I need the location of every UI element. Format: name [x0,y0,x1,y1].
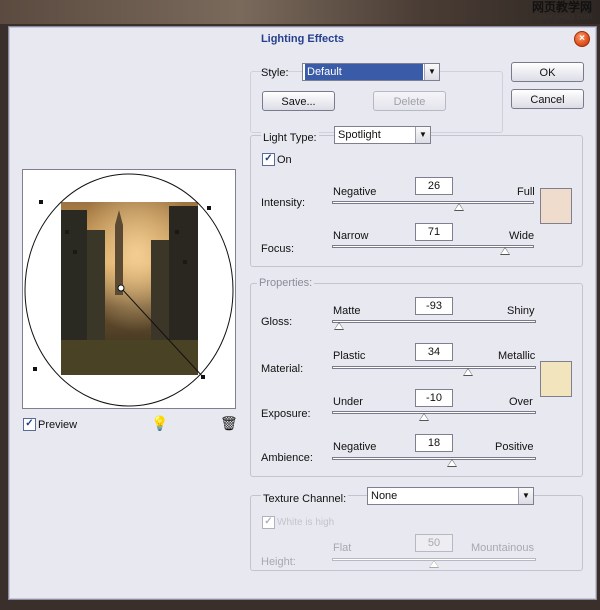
watermark-site: 网页教学网 [531,0,592,14]
dialog-title: Lighting Effects [260,33,345,45]
ambience-label: Ambience: [261,452,313,464]
ok-button[interactable]: OK [511,62,584,82]
focus-value-field[interactable]: 71 [415,223,453,241]
light-bulb-icon[interactable]: 💡 [151,415,168,432]
gloss-max-label: Shiny [507,305,535,317]
gloss-value-field[interactable]: -93 [415,297,453,315]
texture-channel-select[interactable]: None ▼ [367,487,534,505]
intensity-slider-thumb[interactable] [454,203,464,211]
material-label: Material: [261,363,304,375]
properties-label: Properties: [257,277,315,289]
intensity-slider[interactable] [332,201,534,211]
delete-button: Delete [373,91,446,111]
trash-icon[interactable]: 🗑 [220,415,238,432]
light-on-checkbox[interactable]: ✓ [262,153,275,166]
texture-channel-label: Texture Channel: [261,493,349,505]
ambience-min-label: Negative [333,441,377,453]
height-value-field: 50 [415,534,453,552]
light-on-label: On [277,154,292,166]
chevron-down-icon[interactable]: ▼ [518,488,533,504]
gloss-slider-thumb[interactable] [334,322,345,330]
preview-canvas[interactable] [22,169,236,409]
chevron-down-icon[interactable]: ▼ [415,127,430,143]
height-max-label: Mountainous [471,542,534,554]
gloss-label: Gloss: [261,316,293,328]
ambience-max-label: Positive [495,441,534,453]
material-slider[interactable] [332,366,536,376]
watermark-url: www.webjx.com [535,12,592,21]
material-value-field[interactable]: 34 [415,343,453,361]
focus-slider[interactable] [332,245,534,255]
intensity-label: Intensity: [261,197,306,209]
white-is-high-label: White is high [277,517,335,528]
light-type-label: Light Type: [261,132,319,144]
style-value: Default [305,64,423,80]
white-is-high-checkbox: ✓ [262,516,275,529]
ambient-color-swatch[interactable] [540,361,572,397]
texture-channel-value: None [371,490,398,502]
intensity-min-label: Negative [333,186,377,198]
exposure-value-field[interactable]: -10 [415,389,453,407]
save-button[interactable]: Save... [262,91,335,111]
material-max-label: Metallic [498,350,536,362]
preview-label: Preview [38,419,78,431]
background-strip: 网页教学网 www.webjx.com [0,0,600,24]
exposure-max-label: Over [509,396,533,408]
ambience-value-field[interactable]: 18 [415,434,453,452]
height-label: Height: [261,556,296,568]
close-icon[interactable]: × [574,31,590,47]
intensity-max-label: Full [517,186,535,198]
height-slider [332,558,536,568]
style-label: Style: [261,67,289,79]
watermark: 网页教学网 www.webjx.com [531,0,592,22]
exposure-slider-thumb[interactable] [418,413,429,421]
focus-slider-thumb[interactable] [500,247,510,255]
intensity-value-field[interactable]: 26 [415,177,453,195]
chevron-down-icon[interactable]: ▼ [424,64,439,80]
focus-label: Focus: [261,243,295,255]
height-slider-thumb [429,560,439,568]
exposure-label: Exposure: [261,408,311,420]
material-slider-thumb[interactable] [463,368,474,376]
light-type-value: Spotlight [338,129,381,141]
light-color-swatch[interactable] [540,188,572,224]
material-min-label: Plastic [333,350,366,362]
cancel-button[interactable]: Cancel [511,89,584,109]
title-bar: Lighting Effects × [9,27,596,49]
exposure-min-label: Under [333,396,363,408]
ambience-slider[interactable] [332,457,536,467]
gloss-min-label: Matte [333,305,361,317]
preview-checkbox[interactable]: ✓ [23,418,36,431]
focus-min-label: Narrow [333,230,369,242]
gloss-slider[interactable] [332,320,536,330]
exposure-slider[interactable] [332,411,536,421]
preview-svg [24,173,234,407]
ambience-slider-thumb[interactable] [447,459,458,467]
light-type-select[interactable]: Spotlight ▼ [334,126,431,144]
height-min-label: Flat [333,542,352,554]
style-select[interactable]: Default ▼ [302,63,440,81]
focus-max-label: Wide [509,230,535,242]
lighting-effects-dialog: Lighting Effects × OK Cancel Style: Defa… [8,26,597,600]
